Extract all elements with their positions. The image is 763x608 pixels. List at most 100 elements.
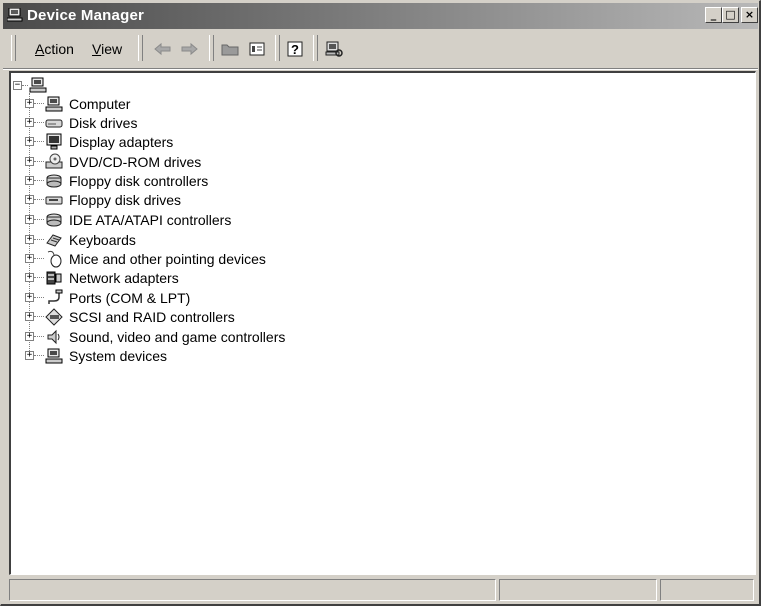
computer-icon bbox=[45, 348, 63, 364]
sound-icon bbox=[47, 329, 60, 345]
expand-toggle[interactable]: + bbox=[25, 137, 34, 146]
tree-item-label: Network adapters bbox=[69, 270, 179, 286]
menu-view-label: View bbox=[92, 41, 123, 57]
tree-connector bbox=[34, 122, 44, 123]
forward-arrow-icon[interactable] bbox=[178, 38, 200, 60]
tree-item-label: Display adapters bbox=[69, 134, 174, 150]
monitor-icon bbox=[46, 133, 62, 150]
minimize-button[interactable]: _ bbox=[705, 7, 722, 23]
tree-item-label: Floppy disk controllers bbox=[69, 173, 209, 189]
tree-connector bbox=[34, 277, 44, 278]
network-icon bbox=[46, 271, 62, 285]
tree-connector bbox=[34, 103, 44, 104]
maximize-button[interactable]: □ bbox=[722, 7, 739, 23]
tree-item-label: Sound, video and game controllers bbox=[69, 329, 286, 345]
tree-item-mice[interactable]: + Mice and other pointing devices bbox=[11, 250, 411, 269]
expand-toggle[interactable]: + bbox=[25, 215, 34, 224]
tree-connector bbox=[34, 258, 44, 259]
scan-hardware-icon[interactable] bbox=[323, 38, 345, 60]
toolbar-separator-3 bbox=[313, 35, 318, 61]
tree-item-label: Keyboards bbox=[69, 232, 136, 248]
tree-item-display-adapters[interactable]: + Display adapters bbox=[11, 133, 411, 152]
controller-icon bbox=[46, 174, 62, 188]
tree-item-scsi-raid[interactable]: + SCSI and RAID controllers bbox=[11, 308, 411, 327]
tree-item-label: SCSI and RAID controllers bbox=[69, 309, 235, 325]
computer-icon bbox=[45, 96, 63, 112]
tree-item-disk-drives[interactable]: + Disk drives bbox=[11, 114, 411, 133]
expand-toggle[interactable]: + bbox=[25, 312, 34, 321]
tree-connector bbox=[22, 85, 28, 86]
title-bar[interactable]: Device Manager _ □ × bbox=[3, 3, 758, 29]
menu-action[interactable]: Action bbox=[35, 41, 74, 58]
tree-item-label: IDE ATA/ATAPI controllers bbox=[69, 212, 232, 228]
expand-toggle[interactable]: + bbox=[25, 118, 34, 127]
toolbar-grip[interactable] bbox=[11, 35, 16, 61]
tree-connector bbox=[34, 199, 44, 200]
menu-view[interactable]: View bbox=[92, 41, 122, 58]
toolbar-grip-2[interactable] bbox=[138, 35, 143, 61]
tree-item-label: Computer bbox=[69, 96, 131, 112]
expand-toggle[interactable]: + bbox=[25, 293, 34, 302]
expand-toggle[interactable]: + bbox=[25, 332, 34, 341]
floppy-drive-icon bbox=[45, 196, 63, 205]
tree-connector bbox=[34, 316, 44, 317]
expand-toggle[interactable]: + bbox=[25, 235, 34, 244]
tree-connector bbox=[34, 336, 44, 337]
minimize-icon: _ bbox=[710, 8, 717, 21]
tree-item-dvd-cdrom-drives[interactable]: + DVD/CD-ROM drives bbox=[11, 153, 411, 172]
tree-root[interactable]: − bbox=[11, 77, 211, 96]
svg-text:?: ? bbox=[291, 42, 299, 57]
tree-connector bbox=[34, 355, 44, 356]
tree-item-ports[interactable]: + Ports (COM & LPT) bbox=[11, 289, 411, 308]
tree-item-ide-controllers[interactable]: + IDE ATA/ATAPI controllers bbox=[11, 211, 411, 230]
tree-connector bbox=[34, 297, 44, 298]
menu-action-label: Action bbox=[35, 41, 74, 57]
status-panel-3 bbox=[660, 579, 754, 601]
controller-icon bbox=[46, 213, 62, 227]
collapse-toggle[interactable]: − bbox=[13, 81, 22, 90]
tree-item-floppy-disk-controllers[interactable]: + Floppy disk controllers bbox=[11, 172, 411, 191]
tree-item-label: DVD/CD-ROM drives bbox=[69, 154, 202, 170]
tree-connector bbox=[34, 180, 44, 181]
tree-item-sound-video-game[interactable]: + Sound, video and game controllers bbox=[11, 328, 411, 347]
window-title: Device Manager bbox=[27, 7, 145, 24]
keyboard-icon bbox=[46, 234, 62, 247]
back-arrow-icon[interactable] bbox=[152, 38, 174, 60]
tree-item-keyboards[interactable]: + Keyboards bbox=[11, 231, 411, 250]
tree-connector bbox=[34, 161, 44, 162]
computer-icon bbox=[29, 77, 47, 93]
tree-item-label: System devices bbox=[69, 348, 168, 364]
status-panel-2 bbox=[499, 579, 657, 601]
expand-toggle[interactable]: + bbox=[25, 176, 34, 185]
cdrom-icon bbox=[45, 153, 63, 169]
toolbar-separator-2 bbox=[275, 35, 280, 61]
close-icon: × bbox=[744, 8, 755, 21]
toolbar-divider bbox=[3, 68, 758, 70]
tree-connector bbox=[34, 141, 44, 142]
tree-item-label: Disk drives bbox=[69, 115, 138, 131]
device-manager-window: Device Manager _ □ × Action View ? − + C… bbox=[0, 0, 761, 606]
tree-connector bbox=[34, 219, 44, 220]
folder-icon[interactable] bbox=[219, 38, 241, 60]
tree-connector bbox=[34, 239, 44, 240]
tree-item-label: Ports (COM & LPT) bbox=[69, 290, 191, 306]
mouse-icon bbox=[47, 250, 62, 268]
expand-toggle[interactable]: + bbox=[25, 99, 34, 108]
scsi-icon bbox=[45, 308, 63, 326]
expand-toggle[interactable]: + bbox=[25, 195, 34, 204]
device-tree[interactable]: − + Computer + Disk drives + Display ada… bbox=[9, 71, 756, 575]
expand-toggle[interactable]: + bbox=[25, 254, 34, 263]
maximize-icon: □ bbox=[725, 8, 736, 21]
expand-toggle[interactable]: + bbox=[25, 157, 34, 166]
help-icon[interactable]: ? bbox=[284, 38, 306, 60]
properties-icon[interactable] bbox=[246, 38, 268, 60]
expand-toggle[interactable]: + bbox=[25, 273, 34, 282]
tree-item-computer[interactable]: + Computer bbox=[11, 95, 411, 114]
tree-item-network-adapters[interactable]: + Network adapters bbox=[11, 269, 411, 288]
tree-item-floppy-disk-drives[interactable]: + Floppy disk drives bbox=[11, 191, 411, 210]
tree-item-system-devices[interactable]: + System devices bbox=[11, 347, 411, 366]
status-bar bbox=[5, 579, 758, 603]
expand-toggle[interactable]: + bbox=[25, 351, 34, 360]
close-button[interactable]: × bbox=[741, 7, 758, 23]
toolbar-separator-1 bbox=[209, 35, 214, 61]
